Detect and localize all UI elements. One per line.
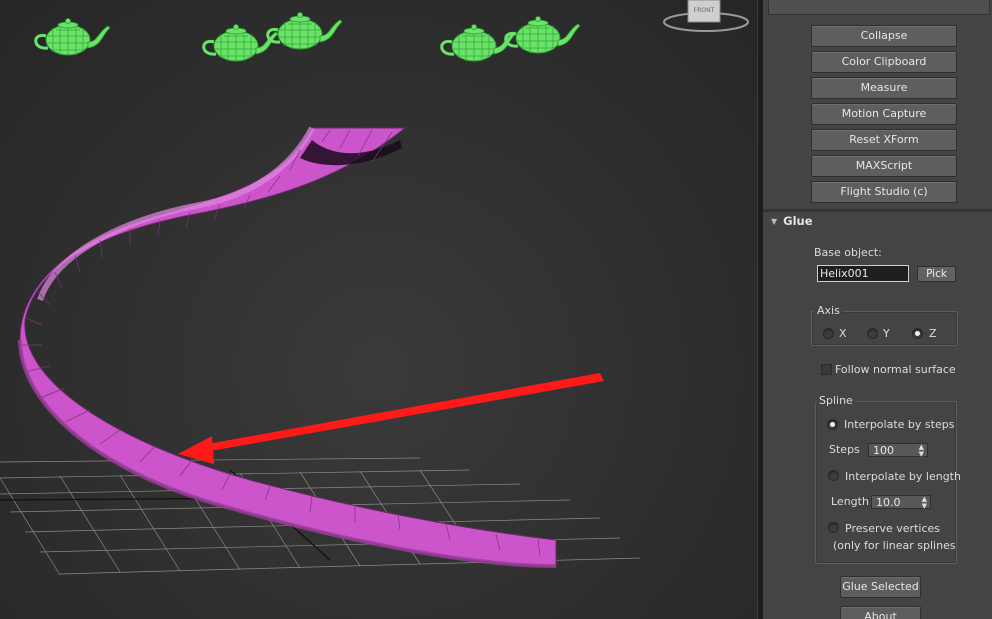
rollout-separator xyxy=(763,209,992,212)
glue-selected-button[interactable]: Glue Selected xyxy=(840,576,921,598)
command-panel: Collapse Color Clipboard Measure Motion … xyxy=(763,0,992,619)
steps-spinner[interactable]: 100 ▲ ▼ xyxy=(868,443,928,458)
interpolate-steps-radio[interactable] xyxy=(827,419,838,430)
panel-top-bar xyxy=(768,0,990,15)
3d-viewport[interactable]: FRONT xyxy=(0,0,757,619)
axis-y-radio[interactable] xyxy=(867,328,878,339)
interpolate-steps-label: Interpolate by steps xyxy=(844,418,955,431)
steps-value: 100 xyxy=(873,444,894,457)
base-object-label: Base object: xyxy=(814,246,882,259)
axis-z-radio[interactable] xyxy=(912,328,923,339)
follow-normal-checkbox[interactable] xyxy=(821,364,832,375)
follow-normal-label: Follow normal surface xyxy=(835,363,956,376)
preserve-vertices-label: Preserve vertices xyxy=(845,522,940,535)
helix-ribbon xyxy=(18,126,557,568)
length-value: 10.0 xyxy=(876,496,901,509)
flight-studio-button[interactable]: Flight Studio (c) xyxy=(811,181,957,203)
axis-y-label: Y xyxy=(883,327,890,340)
axis-z-label: Z xyxy=(929,327,937,340)
spline-group-title: Spline xyxy=(816,394,856,407)
measure-button[interactable]: Measure xyxy=(811,77,957,99)
view-cube-label: FRONT xyxy=(694,7,715,14)
viewport-scene: FRONT xyxy=(0,0,749,576)
glue-rollout-header[interactable]: ▼ Glue xyxy=(771,214,813,228)
steps-label: Steps xyxy=(829,443,860,456)
base-object-field[interactable]: Helix001 xyxy=(817,265,909,282)
pick-button[interactable]: Pick xyxy=(917,266,956,282)
interpolate-length-radio[interactable] xyxy=(828,470,839,481)
teapot-icon xyxy=(34,11,582,63)
maxscript-button[interactable]: MAXScript xyxy=(811,155,957,177)
spinner-arrows-icon[interactable]: ▲ ▼ xyxy=(919,444,924,458)
preserve-vertices-note: (only for linear splines xyxy=(833,539,956,552)
about-button[interactable]: About xyxy=(840,606,921,619)
axis-x-label: X xyxy=(839,327,847,340)
reset-xform-button[interactable]: Reset XForm xyxy=(811,129,957,151)
spinner-arrows-icon[interactable]: ▲ ▼ xyxy=(922,496,927,510)
length-label: Length xyxy=(831,495,869,508)
motion-capture-button[interactable]: Motion Capture xyxy=(811,103,957,125)
color-clipboard-button[interactable]: Color Clipboard xyxy=(811,51,957,73)
interpolate-length-label: Interpolate by length xyxy=(845,470,961,483)
collapse-triangle-icon: ▼ xyxy=(771,217,778,226)
collapse-button[interactable]: Collapse xyxy=(811,25,957,47)
axis-group-title: Axis xyxy=(814,304,843,317)
preserve-vertices-radio[interactable] xyxy=(828,522,839,533)
length-spinner[interactable]: 10.0 ▲ ▼ xyxy=(871,495,931,510)
axis-x-radio[interactable] xyxy=(823,328,834,339)
view-cube-icon: FRONT xyxy=(663,0,749,32)
glue-rollout-title: Glue xyxy=(783,214,813,228)
